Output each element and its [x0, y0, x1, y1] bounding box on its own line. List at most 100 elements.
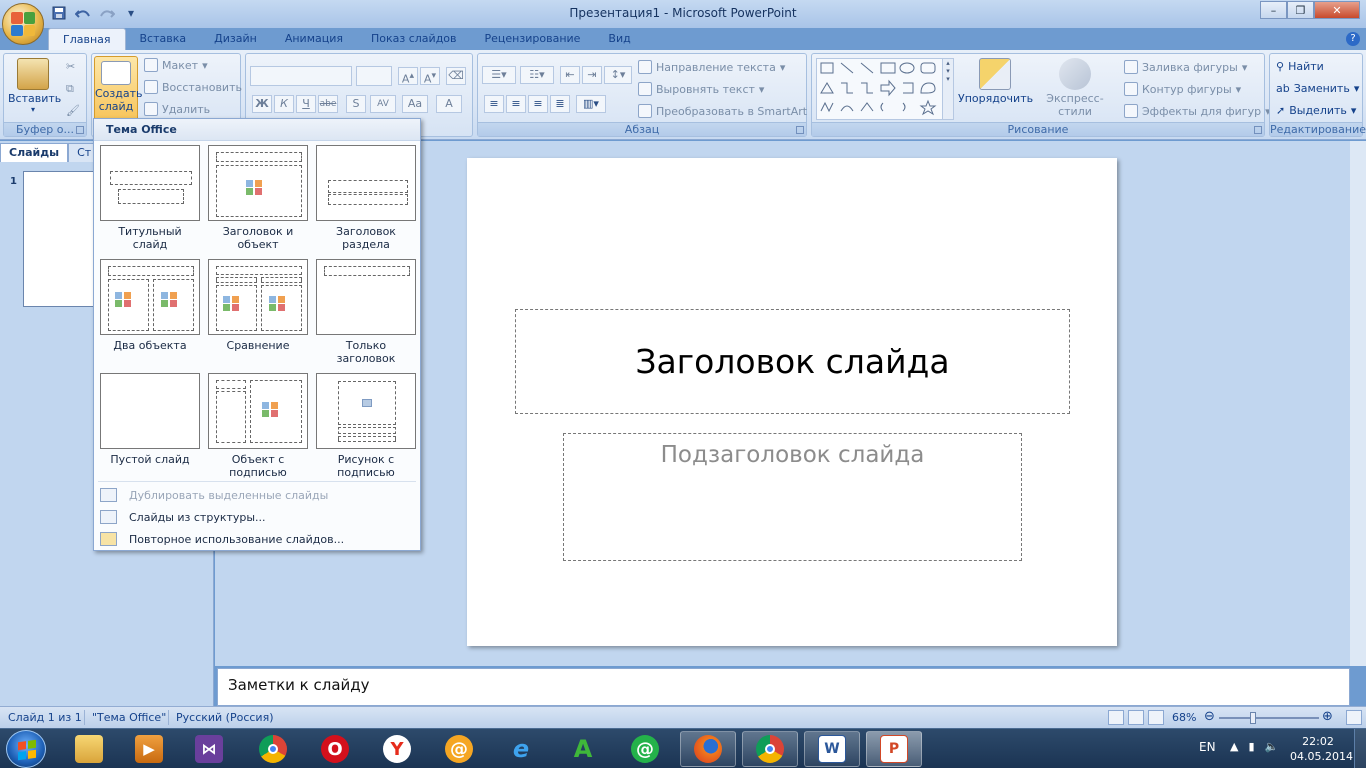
- volume-icon[interactable]: 🔈: [1265, 740, 1279, 753]
- text-direction-button[interactable]: Направление текста ▾: [638, 60, 785, 74]
- taskbar-visual-studio[interactable]: ⋈: [181, 731, 237, 767]
- tab-design[interactable]: Дизайн: [200, 28, 271, 50]
- taskbar-opera[interactable]: O: [307, 731, 363, 767]
- help-icon[interactable]: ?: [1346, 32, 1360, 46]
- layout-comparison[interactable]: Сравнение: [208, 259, 308, 352]
- reuse-slides-item[interactable]: Повторное использование слайдов...: [98, 529, 416, 549]
- increase-indent-icon[interactable]: ⇥: [582, 66, 602, 84]
- replace-button[interactable]: ab Заменить ▾: [1276, 82, 1359, 95]
- show-desktop-button[interactable]: [1354, 729, 1366, 768]
- shapes-gallery[interactable]: [816, 58, 952, 120]
- new-slide-button[interactable]: Создать слайд: [94, 56, 143, 122]
- paste-button[interactable]: Вставить ▾: [8, 58, 61, 114]
- numbering-icon[interactable]: ☷▾: [520, 66, 554, 84]
- layout-title-slide[interactable]: Титульный слайд: [100, 145, 200, 251]
- align-right-icon[interactable]: ≡: [528, 95, 548, 113]
- layout-content-caption[interactable]: Объект с подписью: [208, 373, 308, 479]
- format-painter-icon[interactable]: 🖌: [66, 104, 80, 117]
- taskbar-word[interactable]: W: [804, 731, 860, 767]
- normal-view-icon[interactable]: [1108, 710, 1124, 725]
- tab-review[interactable]: Рецензирование: [471, 28, 595, 50]
- taskbar-powerpoint[interactable]: P: [866, 731, 922, 767]
- tab-home[interactable]: Главная: [48, 28, 126, 50]
- decrease-indent-icon[interactable]: ⇤: [560, 66, 580, 84]
- shape-fill-button[interactable]: Заливка фигуры ▾: [1124, 60, 1247, 74]
- taskbar-mail-agent[interactable]: @: [431, 731, 487, 767]
- fit-to-window-icon[interactable]: [1346, 710, 1362, 725]
- columns-icon[interactable]: ▥▾: [576, 95, 606, 113]
- shrink-font-icon[interactable]: A▾: [420, 67, 440, 86]
- taskbar-a-app[interactable]: A: [555, 731, 611, 767]
- zoom-level[interactable]: 68%: [1172, 711, 1196, 724]
- close-button[interactable]: ✕: [1314, 1, 1360, 19]
- slides-from-outline-item[interactable]: Слайды из структуры...: [98, 507, 416, 527]
- font-color-button[interactable]: A: [436, 95, 462, 113]
- shape-effects-button[interactable]: Эффекты для фигур ▾: [1124, 104, 1271, 118]
- line-spacing-icon[interactable]: ↕▾: [604, 66, 632, 84]
- slide-show-icon[interactable]: [1148, 710, 1164, 725]
- dialog-launcher-icon[interactable]: [796, 126, 804, 134]
- taskbar-yandex[interactable]: Y: [369, 731, 425, 767]
- zoom-in-icon[interactable]: ⊕: [1322, 709, 1333, 724]
- taskbar-explorer[interactable]: [61, 731, 117, 767]
- tab-slides[interactable]: Слайды: [0, 143, 69, 162]
- layout-title-only[interactable]: Только заголовок: [316, 259, 416, 365]
- taskbar-internet-explorer[interactable]: e: [493, 731, 549, 767]
- shadow-button[interactable]: S: [346, 95, 366, 113]
- clear-format-icon[interactable]: ⌫: [446, 67, 466, 85]
- slide-sorter-icon[interactable]: [1128, 710, 1144, 725]
- align-text-button[interactable]: Выровнять текст ▾: [638, 82, 764, 96]
- slide-thumbnail[interactable]: [23, 171, 103, 307]
- zoom-slider[interactable]: [1219, 717, 1319, 719]
- char-spacing-button[interactable]: AV: [370, 95, 396, 113]
- delete-slide-button[interactable]: Удалить: [144, 102, 210, 116]
- find-button[interactable]: ⚲ Найти: [1276, 60, 1324, 73]
- minimize-button[interactable]: –: [1260, 1, 1287, 19]
- layout-title-content[interactable]: Заголовок и объект: [208, 145, 308, 251]
- shape-outline-button[interactable]: Контур фигуры ▾: [1124, 82, 1241, 96]
- layout-two-content[interactable]: Два объекта: [100, 259, 200, 352]
- office-button[interactable]: [2, 3, 44, 45]
- layout-section-header[interactable]: Заголовок раздела: [316, 145, 416, 251]
- tray-expand-icon[interactable]: ▲: [1230, 740, 1238, 753]
- clock[interactable]: 22:02 04.05.2014: [1290, 734, 1353, 764]
- vertical-scrollbar[interactable]: [1350, 141, 1366, 666]
- align-left-icon[interactable]: ≡: [484, 95, 504, 113]
- bold-button[interactable]: Ж: [252, 95, 272, 113]
- font-name-combo[interactable]: [250, 66, 352, 86]
- grow-font-icon[interactable]: A▴: [398, 67, 418, 86]
- tab-view[interactable]: Вид: [594, 28, 644, 50]
- taskbar-firefox[interactable]: [680, 731, 736, 767]
- start-button[interactable]: [6, 730, 46, 768]
- zoom-slider-thumb[interactable]: [1250, 712, 1256, 724]
- change-case-button[interactable]: Aa: [402, 95, 428, 113]
- tab-insert[interactable]: Вставка: [126, 28, 201, 50]
- select-button[interactable]: ➚ Выделить ▾: [1276, 104, 1356, 117]
- copy-icon[interactable]: ⧉: [66, 82, 74, 96]
- network-icon[interactable]: ▮: [1248, 740, 1254, 753]
- align-center-icon[interactable]: ≡: [506, 95, 526, 113]
- tab-slide-show[interactable]: Показ слайдов: [357, 28, 471, 50]
- title-placeholder[interactable]: Заголовок слайда: [515, 309, 1070, 414]
- underline-button[interactable]: Ч: [296, 95, 316, 113]
- layout-blank[interactable]: Пустой слайд: [100, 373, 200, 466]
- italic-button[interactable]: К: [274, 95, 294, 113]
- taskbar-media-player[interactable]: ▶: [121, 731, 177, 767]
- arrange-button[interactable]: Упорядочить: [958, 58, 1033, 105]
- taskbar-chrome-2[interactable]: [742, 731, 798, 767]
- font-size-combo[interactable]: [356, 66, 392, 86]
- taskbar-chrome[interactable]: [245, 731, 301, 767]
- taskbar-icq[interactable]: @: [617, 731, 673, 767]
- smartart-button[interactable]: Преобразовать в SmartArt▾: [638, 104, 817, 118]
- shapes-scroll[interactable]: ▴ ▾ ▾: [942, 58, 954, 120]
- dialog-launcher-icon[interactable]: [1254, 126, 1262, 134]
- cut-icon[interactable]: ✂: [66, 60, 75, 73]
- strikethrough-button[interactable]: abe: [318, 95, 338, 113]
- reset-button[interactable]: Восстановить: [144, 80, 242, 94]
- layout-picture-caption[interactable]: Рисунок с подписью: [316, 373, 416, 479]
- tab-animation[interactable]: Анимация: [271, 28, 357, 50]
- quick-styles-button[interactable]: Экспресс-стили: [1034, 58, 1116, 118]
- layout-button[interactable]: Макет ▾: [144, 58, 208, 72]
- notes-pane[interactable]: Заметки к слайду: [217, 668, 1350, 706]
- maximize-button[interactable]: ❐: [1287, 1, 1314, 19]
